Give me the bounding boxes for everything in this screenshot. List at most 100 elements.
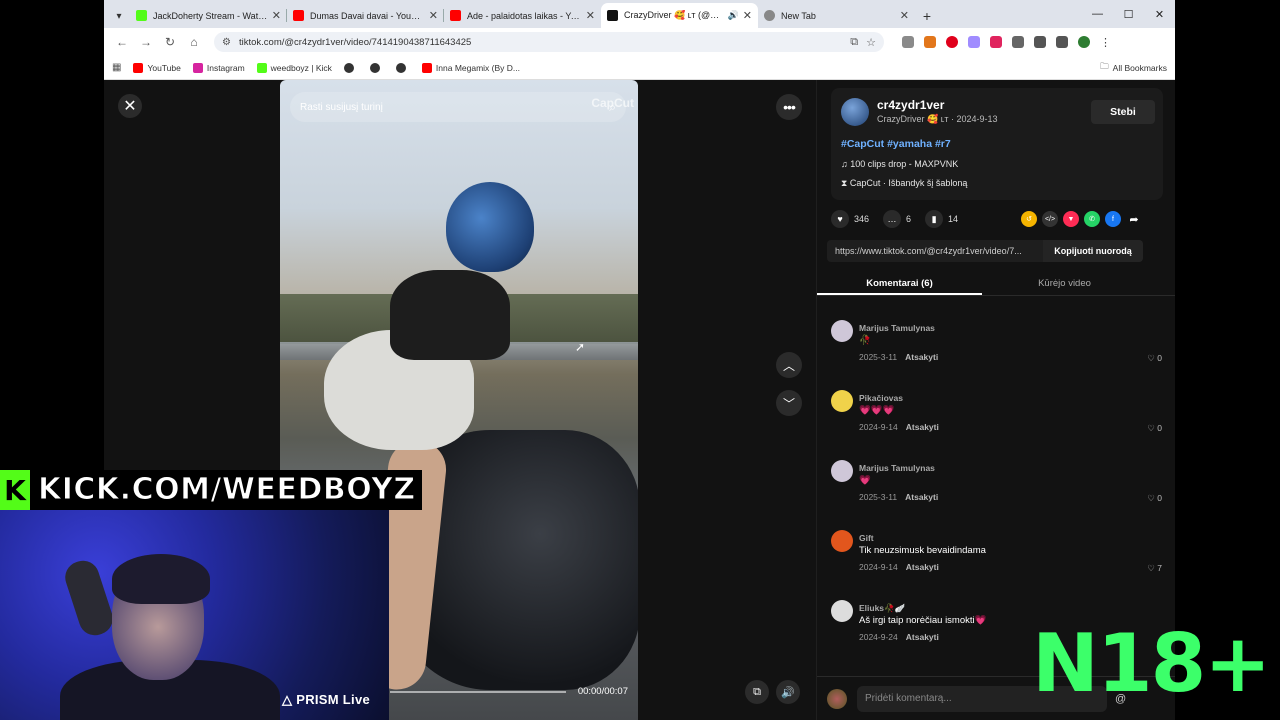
comment-like[interactable]: ♡ 7 (1147, 563, 1162, 574)
reply-button[interactable]: Atsakyti (906, 562, 939, 572)
send-icon[interactable]: ▼ (1063, 211, 1079, 227)
bookmark-inna[interactable]: Inna Megamix (By D... (421, 62, 520, 73)
previous-video-button[interactable]: ︿ (776, 352, 802, 378)
tab-close-icon[interactable]: ✕ (272, 9, 281, 22)
tab-title: CrazyDriver 🥰 ʟᴛ (@cr4zydr (624, 10, 724, 20)
more-options-button[interactable]: ••• (776, 94, 802, 120)
related-search-input[interactable]: Rasti susijusį turinį ⌕ (290, 92, 626, 122)
menu-icon[interactable]: ⋮ (1100, 36, 1111, 49)
author-avatar[interactable] (841, 98, 869, 126)
save-stat[interactable]: ▮ 14 (925, 210, 958, 228)
tab-jackdoherty[interactable]: JackDoherty Stream - Watch Li ✕ (130, 3, 287, 28)
tab-creator-videos[interactable]: Kūrėjo video (982, 272, 1147, 295)
pip-icon[interactable]: ⧉ (745, 680, 769, 704)
reply-button[interactable]: Atsakyti (906, 422, 939, 432)
comment-author[interactable]: Marijus Tamulynas (859, 463, 935, 473)
comment-avatar[interactable] (831, 460, 853, 482)
user-avatar[interactable] (827, 688, 847, 709)
capcut-icon: ⧗ (841, 178, 850, 188)
bookmark-globe-2[interactable] (369, 62, 384, 73)
gold-share-icon[interactable]: ↺ (1021, 211, 1037, 227)
facebook-icon[interactable]: f (1105, 211, 1121, 227)
comment-author[interactable]: Gift (859, 533, 874, 543)
embed-icon[interactable]: </> (1042, 211, 1058, 227)
maximize-icon[interactable]: ☐ (1113, 8, 1144, 21)
comment-item: Pikačiovas 💗💗💗 2024-9-14 Atsakyti ♡ 0 (817, 378, 1175, 448)
video-progress-bar[interactable] (390, 691, 566, 693)
bookmark-weedboyz[interactable]: weedboyz | Kick (256, 62, 332, 73)
close-video-button[interactable]: ✕ (118, 94, 142, 118)
metamask-icon[interactable] (924, 36, 936, 48)
address-bar[interactable]: ⚙ tiktok.com/@cr4zydr1ver/video/74141904… (214, 32, 884, 52)
shield-icon[interactable] (990, 36, 1002, 48)
puzzle-icon[interactable] (1012, 36, 1024, 48)
template-line[interactable]: ⧗ CapCut · Išbandyk šį šabloną (841, 178, 967, 189)
site-info-icon[interactable]: ⚙ (222, 37, 231, 48)
comment-author[interactable]: Eliuks🥀🪽 (859, 603, 905, 614)
like-stat[interactable]: ♥ 346 (831, 210, 869, 228)
reply-button[interactable]: Atsakyti (905, 492, 938, 502)
comment-like[interactable]: ♡ 0 (1147, 493, 1162, 504)
tab-search-icon[interactable]: ▾ (108, 4, 130, 28)
bookmark-youtube[interactable]: YouTube (133, 62, 181, 73)
tab-new[interactable]: New Tab ✕ (758, 3, 915, 28)
whatsapp-icon[interactable]: ✆ (1084, 211, 1100, 227)
comment-author[interactable]: Marijus Tamulynas (859, 323, 935, 333)
all-bookmarks[interactable]: 🗀 All Bookmarks (1100, 61, 1167, 75)
apps-icon[interactable]: ▦ (112, 62, 121, 73)
tab-close-icon[interactable]: ✕ (586, 9, 595, 22)
comment-text: 🥀 (859, 335, 871, 346)
reload-icon[interactable]: ↻ (158, 35, 182, 49)
youtube-favicon-icon (293, 10, 304, 21)
follow-button[interactable]: Stebi (1091, 100, 1155, 124)
bookmark-globe-3[interactable] (395, 62, 410, 73)
bookmark-globe-1[interactable] (343, 62, 358, 73)
comment-avatar[interactable] (831, 530, 853, 552)
bookmark-star-icon[interactable]: ☆ (866, 36, 876, 49)
install-icon[interactable]: ⧉ (850, 36, 858, 49)
comment-stat[interactable]: … 6 (883, 210, 911, 228)
minimize-icon[interactable]: — (1082, 8, 1113, 20)
tab-close-icon[interactable]: ✕ (900, 9, 909, 22)
new-tab-button[interactable]: + (915, 4, 939, 28)
comment-author[interactable]: Pikačiovas (859, 393, 903, 403)
hashtags[interactable]: #CapCut #yamaha #r7 (841, 138, 951, 150)
bookmark-instagram[interactable]: Instagram (192, 62, 245, 73)
reply-button[interactable]: Atsakyti (906, 632, 939, 642)
close-window-icon[interactable]: ✕ (1144, 8, 1175, 21)
copy-link-button[interactable]: Kopijuoti nuorodą (1043, 240, 1143, 262)
extension-icon[interactable] (902, 36, 914, 48)
back-icon[interactable]: ← (110, 35, 134, 49)
volume-icon[interactable]: 🔊 (776, 680, 800, 704)
media-icon[interactable] (1056, 36, 1068, 48)
tab-dumas[interactable]: Dumas Davai davai - YouTube ✕ (287, 3, 444, 28)
extension-icon[interactable] (968, 36, 980, 48)
author-handle[interactable]: cr4zydr1ver (877, 98, 944, 112)
tab-comments[interactable]: Komentarai (6) (817, 272, 982, 295)
tab-close-icon[interactable]: ✕ (743, 9, 752, 22)
sidepanel-icon[interactable] (1034, 36, 1046, 48)
comment-like[interactable]: ♡ 0 (1147, 423, 1162, 434)
tab-ade[interactable]: Ade - palaidotas laikas - YouTu ✕ (444, 3, 601, 28)
tab-crazydriver[interactable]: CrazyDriver 🥰 ʟᴛ (@cr4zydr 🔊 ✕ (601, 3, 758, 28)
prism-triangle-icon: △ (282, 692, 297, 707)
home-icon[interactable]: ⌂ (182, 35, 206, 49)
kick-logo: K (0, 470, 30, 510)
music-line[interactable]: ♫ 100 clips drop - MAXPVNK (841, 159, 958, 169)
streamer-hair (112, 554, 210, 604)
comment-like[interactable]: ♡ 0 (1147, 353, 1162, 364)
forward-icon[interactable]: → (134, 35, 158, 49)
speaker-icon[interactable]: 🔊 (728, 10, 739, 21)
comment-avatar[interactable] (831, 320, 853, 342)
comment-avatar[interactable] (831, 390, 853, 412)
next-video-button[interactable]: ﹀ (776, 390, 802, 416)
profile-avatar[interactable] (1078, 36, 1090, 48)
tab-close-icon[interactable]: ✕ (429, 9, 438, 22)
comment-avatar[interactable] (831, 600, 853, 622)
tab-title: Ade - palaidotas laikas - YouTu (467, 10, 582, 21)
opera-icon[interactable] (946, 36, 958, 48)
share-arrow-icon[interactable]: ➦ (1126, 211, 1142, 227)
heart-outline-icon: ♡ (1147, 423, 1158, 433)
reply-button[interactable]: Atsakyti (905, 352, 938, 362)
video-link[interactable]: https://www.tiktok.com/@cr4zydr1ver/vide… (827, 246, 1043, 256)
